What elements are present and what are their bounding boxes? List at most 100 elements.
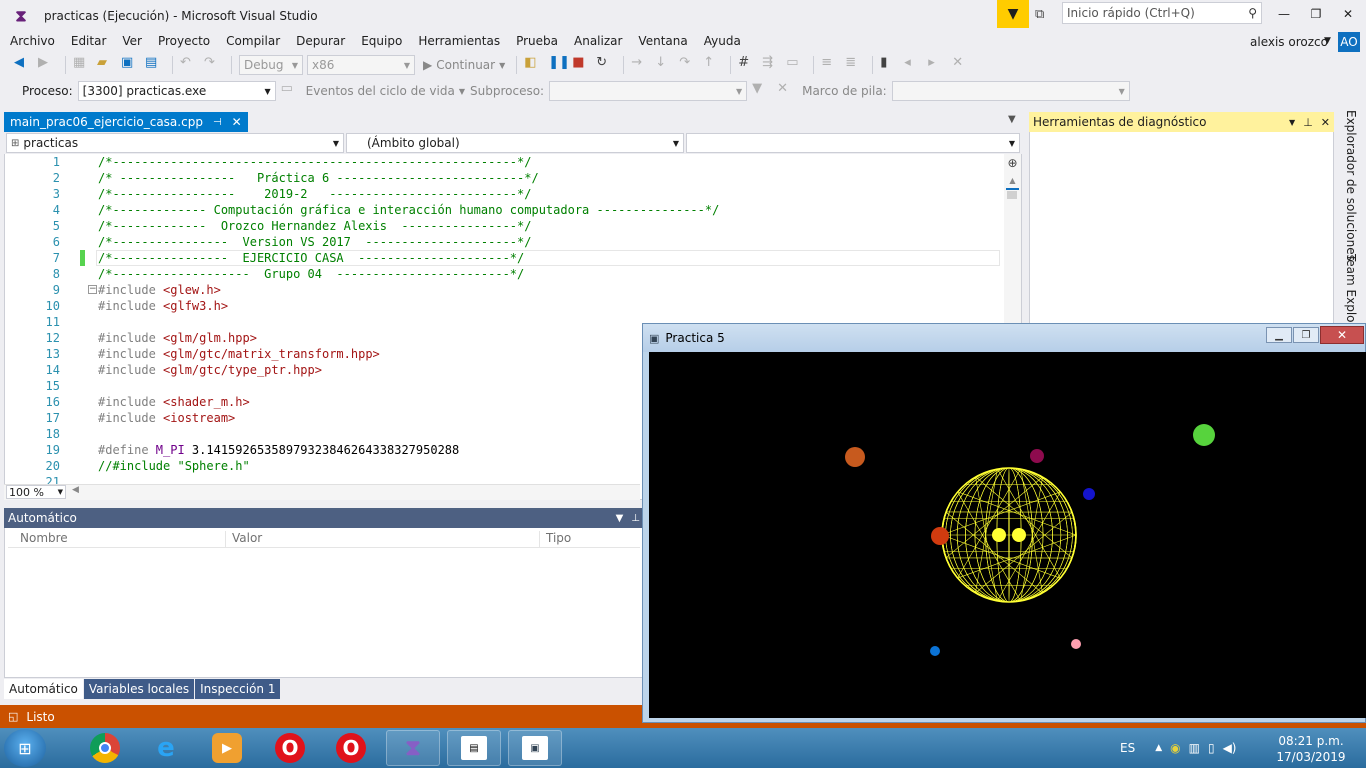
code-line[interactable]: 7 /*---------------- EJERCICIO CASA -----…	[8, 250, 1004, 266]
undo-icon[interactable]: ↶	[180, 55, 200, 75]
column-header-name[interactable]: Nombre	[14, 531, 226, 547]
code-line[interactable]: 9 #include <glew.h>	[8, 282, 1004, 298]
tab-watch-1[interactable]: Inspección 1	[195, 679, 281, 699]
chevron-down-icon[interactable]: ▼	[616, 513, 624, 524]
stop-icon[interactable]: ■	[572, 55, 592, 75]
menu-equipo[interactable]: Equipo	[353, 32, 410, 52]
opengl-close-button[interactable]: ✕	[1320, 326, 1364, 344]
code-line[interactable]: 4 /*------------- Computación gráfica e i…	[8, 202, 1004, 218]
step-into-icon[interactable]: ↓	[655, 55, 675, 75]
feedback-icon[interactable]: ⧉	[1035, 5, 1055, 23]
menu-herramientas[interactable]: Herramientas	[410, 32, 508, 52]
menu-compilar[interactable]: Compilar	[218, 32, 288, 52]
outdent-icon[interactable]: ≣	[845, 55, 865, 75]
thread-select[interactable]: ▼	[549, 81, 748, 101]
scroll-up-icon[interactable]: ▲	[1004, 173, 1021, 187]
menu-archivo[interactable]: Archivo	[0, 32, 63, 52]
notifications-filter-icon[interactable]: ▼	[997, 0, 1029, 28]
flag-icon[interactable]: ✕	[777, 81, 797, 101]
show-hidden-icons-icon[interactable]: ▲	[1155, 743, 1162, 753]
tab-autos[interactable]: Automático	[4, 679, 83, 699]
code-line[interactable]: 10 #include <glfw3.h>	[8, 298, 1004, 314]
code-line[interactable]: 8 /*------------------- Grupo 04 --------…	[8, 266, 1004, 282]
continue-button[interactable]: ▶ Continuar ▼	[419, 58, 509, 72]
pin-icon[interactable]: ⊣	[213, 117, 222, 128]
quick-launch-input[interactable]: Inicio rápido (Ctrl+Q) ⚲	[1062, 2, 1262, 24]
lifecycle-events-icon[interactable]: ▭	[281, 81, 301, 101]
back-arrow-icon[interactable]: ◀	[14, 55, 34, 75]
column-header-value[interactable]: Valor	[226, 531, 540, 547]
stack-frame-select[interactable]: ▼	[891, 81, 1130, 101]
menu-prueba[interactable]: Prueba	[508, 32, 566, 52]
show-next-statement-icon[interactable]: →	[631, 55, 651, 75]
taskbar-visual-studio[interactable]: ⧗	[386, 730, 440, 766]
step-out-icon[interactable]: ↑	[703, 55, 723, 75]
taskbar-clock[interactable]: 08:21 p.m. 17/03/2019	[1276, 733, 1346, 765]
filter-icon[interactable]: ▼	[752, 81, 772, 101]
taskbar-console-window[interactable]: ▤	[447, 730, 501, 766]
taskbar-opera-2[interactable]: O	[324, 730, 378, 766]
prev-bookmark-icon[interactable]: ◂	[904, 55, 924, 75]
configuration-select[interactable]: Debug ▼	[239, 55, 303, 75]
close-button[interactable]: ✕	[1334, 2, 1362, 26]
split-editor-icon[interactable]: ⊕	[1004, 154, 1021, 172]
opengl-render-canvas[interactable]	[649, 352, 1366, 718]
chevron-down-icon[interactable]: ▼	[1324, 36, 1331, 46]
zoom-select[interactable]: 100 % ▼	[6, 485, 66, 499]
member-scope-select[interactable]: ▼	[686, 133, 1020, 153]
project-scope-select[interactable]: ⊞ practicas ▼	[6, 133, 344, 153]
step-over-icon[interactable]: ↷	[679, 55, 699, 75]
restart-icon[interactable]: ↻	[596, 55, 616, 75]
minimize-button[interactable]: —	[1270, 2, 1298, 26]
thread-icon[interactable]: ⇶	[762, 55, 782, 75]
chevron-down-icon[interactable]: ▼	[1008, 114, 1016, 125]
taskbar-media-player[interactable]: ▶	[200, 730, 254, 766]
process-picker-icon[interactable]: ◧	[524, 55, 544, 75]
avatar[interactable]: AO	[1338, 32, 1360, 52]
language-indicator[interactable]: ES	[1120, 741, 1135, 755]
comment-icon[interactable]: ▭	[786, 55, 806, 75]
platform-select[interactable]: x86 ▼	[307, 55, 415, 75]
column-header-type[interactable]: Tipo	[540, 531, 640, 547]
menu-depurar[interactable]: Depurar	[288, 32, 353, 52]
close-icon[interactable]: ✕	[232, 115, 242, 129]
bookmark-icon[interactable]: ▮	[880, 55, 900, 75]
scroll-left-icon[interactable]: ◀	[72, 485, 79, 495]
code-line[interactable]: 2 /* ---------------- Práctica 6 --------…	[8, 170, 1004, 186]
volume-icon[interactable]: ◀)	[1223, 741, 1237, 755]
pin-icon[interactable]: ⊥	[631, 513, 640, 524]
action-center-icon[interactable]: ◉	[1170, 741, 1180, 755]
menu-ayuda[interactable]: Ayuda	[696, 32, 749, 52]
menu-analizar[interactable]: Analizar	[566, 32, 630, 52]
clear-bookmarks-icon[interactable]: ✕	[952, 55, 972, 75]
taskbar-internet-explorer[interactable]: e	[139, 730, 193, 766]
redo-icon[interactable]: ↷	[204, 55, 224, 75]
close-icon[interactable]: ✕	[1321, 116, 1330, 129]
forward-arrow-icon[interactable]: ▶	[38, 55, 58, 75]
network-icon[interactable]: ▥	[1189, 741, 1200, 755]
hex-display-icon[interactable]: #	[738, 55, 758, 75]
solution-explorer-tab[interactable]: Explorador de soluciones	[1336, 110, 1366, 261]
power-icon[interactable]: ▯	[1208, 741, 1215, 755]
opengl-maximize-button[interactable]: ❐	[1293, 327, 1319, 343]
new-project-icon[interactable]: ▦	[73, 55, 93, 75]
global-scope-select[interactable]: (Ámbito global) ▼	[346, 133, 684, 153]
save-all-icon[interactable]: ▤	[145, 55, 165, 75]
start-button[interactable]: ⊞	[4, 729, 46, 767]
lifecycle-events-button[interactable]: Eventos del ciclo de vida ▼	[306, 84, 465, 98]
taskbar-chrome[interactable]	[78, 730, 132, 766]
process-select[interactable]: [3300] practicas.exe ▼	[77, 81, 276, 101]
menu-ventana[interactable]: Ventana	[630, 32, 695, 52]
pin-icon[interactable]: ⊥	[1303, 116, 1313, 129]
open-folder-icon[interactable]: ▰	[97, 55, 117, 75]
pause-icon[interactable]: ❚❚	[548, 55, 570, 75]
code-line[interactable]: 1 /*-------------------------------------…	[8, 154, 1004, 170]
next-bookmark-icon[interactable]: ▸	[928, 55, 948, 75]
document-tab[interactable]: main_prac06_ejercicio_casa.cpp ⊣ ✕	[4, 112, 248, 132]
chevron-down-icon[interactable]: ▼	[1289, 118, 1295, 127]
code-line[interactable]: 5 /*------------- Orozco Hernandez Alexis…	[8, 218, 1004, 234]
save-icon[interactable]: ▣	[121, 55, 141, 75]
code-line[interactable]: 6 /*---------------- Version VS 2017 ----…	[8, 234, 1004, 250]
team-explorer-tab[interactable]: Team Explorer	[1336, 254, 1366, 334]
taskbar-opera-1[interactable]: O	[263, 730, 317, 766]
